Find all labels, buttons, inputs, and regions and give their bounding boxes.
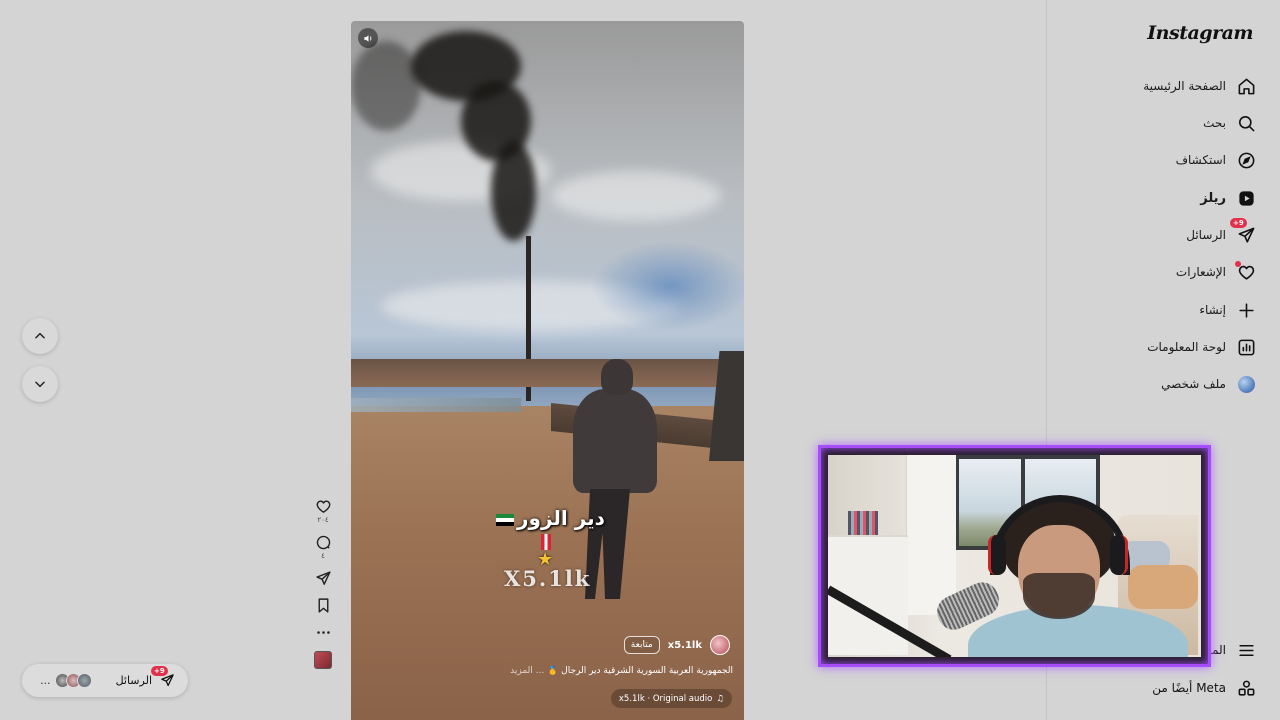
reel-video[interactable]: دير الزور ★ X5.1lk x5.1lk متابعة الجمهور… <box>351 21 744 720</box>
caption-text: الجمهورية العربية السورية الشرقية دير ال… <box>547 666 733 676</box>
like-count: ٢٠٤ <box>317 516 329 524</box>
watermark: X5.1lk <box>504 566 592 591</box>
sidebar-item-reels[interactable]: ريلز <box>1200 186 1256 210</box>
sidebar-item-explore[interactable]: استكشاف <box>1176 148 1256 172</box>
avatar <box>76 673 92 688</box>
reel-author: x5.1lk متابعة <box>623 635 730 655</box>
audio-label: x5.1lk · Original audio <box>618 693 713 704</box>
search-icon <box>1236 113 1256 133</box>
ellipsis-icon <box>316 631 330 634</box>
messenger-icon: +9 <box>1230 218 1256 245</box>
person-body <box>573 389 657 493</box>
messages-badge: +9 <box>1230 218 1247 228</box>
sidebar-item-create[interactable]: إنشاء <box>1199 298 1256 322</box>
like-button[interactable]: ٢٠٤ <box>312 498 334 524</box>
messenger-icon: +9 <box>151 665 176 689</box>
more-options-button[interactable] <box>312 624 334 641</box>
recent-contacts <box>54 673 92 688</box>
caption-more-link[interactable]: ... المزيد <box>510 666 544 676</box>
author-username[interactable]: x5.1lk <box>668 640 702 651</box>
audio-thumbnail[interactable] <box>314 651 332 669</box>
syria-flag-icon <box>496 513 514 526</box>
horizon <box>351 359 744 387</box>
sidebar-item-label: أيضًا من Meta <box>1152 681 1226 695</box>
comment-icon <box>316 535 330 550</box>
messages-pill[interactable]: +9 الرسائل ... <box>22 664 188 697</box>
audio-pill[interactable]: ♫ x5.1lk · Original audio <box>610 689 732 708</box>
sidebar-item-label: ملف شخصي <box>1161 377 1226 391</box>
send-icon <box>315 571 331 585</box>
comment-count: ٤ <box>321 552 325 560</box>
save-button[interactable] <box>312 597 334 614</box>
sound-toggle-button[interactable] <box>358 28 378 48</box>
next-reel-button[interactable] <box>22 366 58 402</box>
plus-icon <box>1236 300 1256 320</box>
sidebar-item-notifications[interactable]: الإشعارات <box>1176 260 1256 284</box>
sidebar-item-label: الرسائل <box>1186 228 1226 242</box>
medal-ribbon <box>541 534 551 550</box>
home-icon <box>1236 76 1256 96</box>
heart-icon <box>1235 261 1256 282</box>
chevron-down-icon <box>35 381 45 388</box>
sidebar-item-messages[interactable]: +9 الرسائل <box>1186 218 1256 247</box>
sidebar-item-label: استكشاف <box>1175 153 1226 167</box>
sidebar-item-also-from-meta[interactable]: أيضًا من Meta <box>1152 678 1256 698</box>
sidebar-item-search[interactable]: بحث <box>1203 111 1256 135</box>
sidebar-item-label: إنشاء <box>1199 303 1226 317</box>
bottles <box>848 511 878 535</box>
sidebar-item-label: بحث <box>1203 116 1226 130</box>
share-button[interactable] <box>312 570 334 587</box>
previous-reel-button[interactable] <box>22 318 58 354</box>
webcam-overlay <box>818 445 1211 667</box>
messages-badge: +9 <box>151 665 168 676</box>
headset-cup <box>1110 535 1128 575</box>
chevron-up-icon <box>35 332 45 339</box>
smoke <box>491 141 536 241</box>
music-note-icon: ♫ <box>716 693 724 704</box>
streamer-beard <box>1023 573 1095 619</box>
reel-caption[interactable]: الجمهورية العربية السورية الشرقية دير ال… <box>363 666 733 676</box>
author-avatar[interactable] <box>710 635 730 655</box>
overlay-text: دير الزور <box>496 506 605 530</box>
sidebar-item-label: الإشعارات <box>1175 265 1226 279</box>
headset-cup <box>988 535 1006 575</box>
more-contacts-ellipsis: ... <box>40 674 51 687</box>
follow-button[interactable]: متابعة <box>623 636 660 654</box>
smoke <box>351 41 421 131</box>
webcam-feed <box>828 455 1201 657</box>
dashboard-icon <box>1236 337 1256 357</box>
profile-avatar <box>1236 374 1256 394</box>
speaker-icon <box>363 34 371 42</box>
sidebar-item-home[interactable]: الصفحة الرئيسية <box>1143 74 1256 98</box>
sidebar-item-profile[interactable]: ملف شخصي <box>1161 372 1256 396</box>
sky <box>591 241 744 331</box>
sidebar-item-label: الصفحة الرئيسية <box>1143 79 1226 93</box>
heart-icon <box>316 500 330 513</box>
instagram-logo[interactable]: Instagram <box>1147 22 1253 44</box>
cloud <box>551 171 721 221</box>
sidebar-item-dashboard[interactable]: لوحة المعلومات <box>1147 335 1256 359</box>
menu-icon <box>1236 640 1256 660</box>
person-head <box>601 359 633 395</box>
messages-label: الرسائل <box>115 674 152 687</box>
action-rail: ٢٠٤ ٤ <box>312 498 334 669</box>
water-pool <box>351 398 521 412</box>
comment-button[interactable]: ٤ <box>312 534 334 560</box>
sidebar-item-label: ريلز <box>1200 190 1226 206</box>
wardrobe <box>906 455 956 615</box>
grid-apps-icon <box>1236 678 1256 698</box>
sidebar-item-label: لوحة المعلومات <box>1147 340 1226 354</box>
bookmark-icon <box>318 598 328 613</box>
notification-dot <box>1235 261 1241 267</box>
pillow <box>1128 565 1198 609</box>
reels-icon <box>1236 188 1256 208</box>
overlay-city-text: دير الزور <box>517 506 605 530</box>
compass-icon <box>1236 150 1256 170</box>
